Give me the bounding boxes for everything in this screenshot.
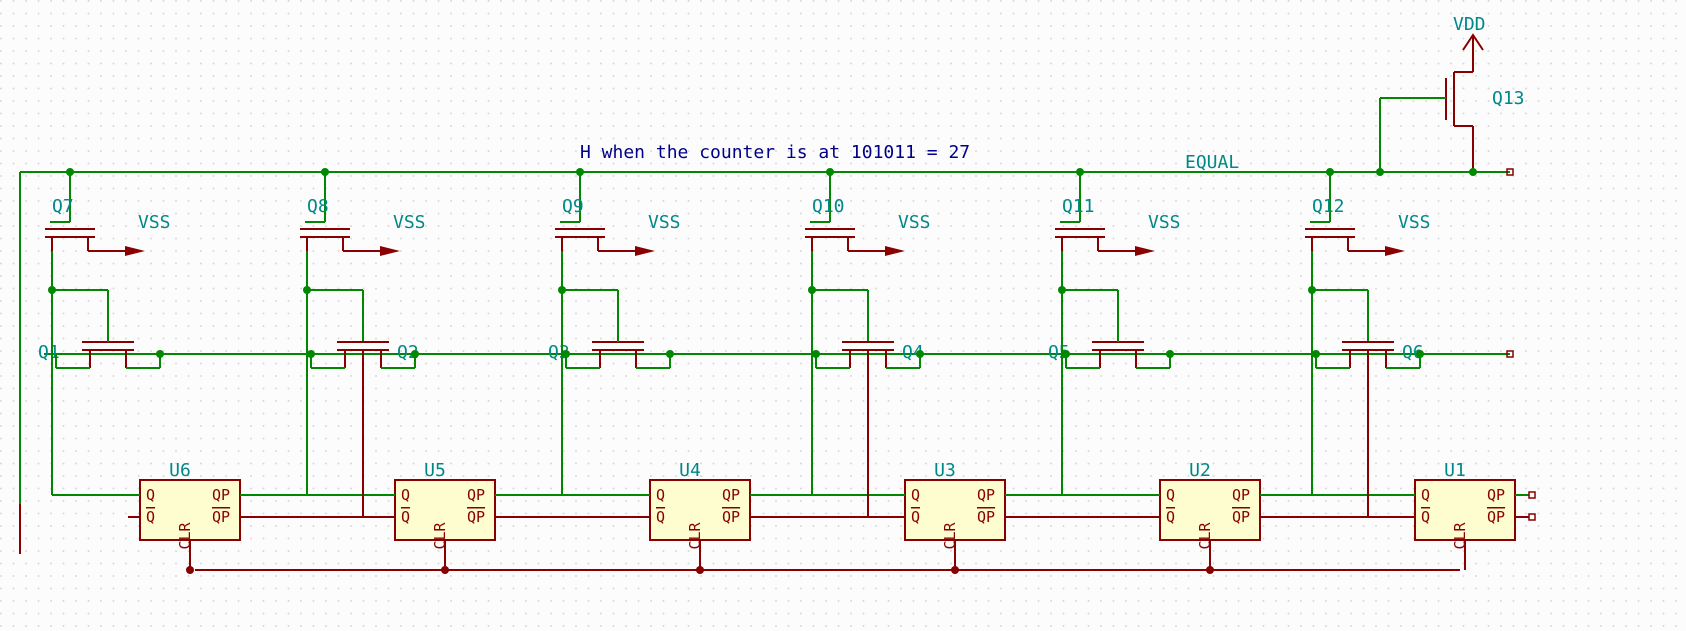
svg-text:QP: QP (467, 486, 485, 504)
svg-text:Q13: Q13 (1492, 88, 1525, 109)
svg-text:Q: Q (911, 508, 920, 526)
svg-text:QP: QP (977, 486, 995, 504)
svg-text:Q11: Q11 (1062, 196, 1095, 217)
svg-text:Q: Q (1421, 486, 1430, 504)
svg-text:CLR: CLR (941, 521, 959, 549)
svg-text:QP: QP (977, 508, 995, 526)
svg-text:Q: Q (401, 486, 410, 504)
svg-text:VSS: VSS (898, 212, 931, 233)
svg-text:QP: QP (1232, 508, 1250, 526)
svg-text:VSS: VSS (1148, 212, 1181, 233)
svg-text:U5: U5 (424, 460, 446, 481)
svg-text:U6: U6 (169, 460, 191, 481)
svg-text:QP: QP (1487, 486, 1505, 504)
svg-text:Q9: Q9 (562, 196, 584, 217)
svg-text:Q: Q (146, 508, 155, 526)
svg-text:Q: Q (1421, 508, 1430, 526)
svg-text:QP: QP (212, 508, 230, 526)
svg-text:Q: Q (1166, 508, 1175, 526)
svg-text:VSS: VSS (393, 212, 426, 233)
svg-text:Q7: Q7 (52, 196, 74, 217)
svg-text:VDD: VDD (1453, 14, 1486, 35)
svg-text:U1: U1 (1444, 460, 1466, 481)
svg-text:QP: QP (722, 486, 740, 504)
svg-text:Q: Q (656, 486, 665, 504)
svg-text:QP: QP (1232, 486, 1250, 504)
svg-text:QP: QP (722, 508, 740, 526)
svg-text:Q12: Q12 (1312, 196, 1345, 217)
svg-text:VSS: VSS (138, 212, 171, 233)
svg-text:QP: QP (212, 486, 230, 504)
schematic-canvas: H when the counter is at 101011 = 27 EQU… (0, 0, 1686, 631)
svg-text:CLR: CLR (686, 521, 704, 549)
svg-text:Q8: Q8 (307, 196, 329, 217)
svg-text:U4: U4 (679, 460, 701, 481)
svg-text:CLR: CLR (431, 521, 449, 549)
svg-text:VSS: VSS (648, 212, 681, 233)
svg-text:Q: Q (146, 486, 155, 504)
svg-text:QP: QP (467, 508, 485, 526)
svg-text:CLR: CLR (1451, 521, 1469, 549)
svg-text:Q: Q (401, 508, 410, 526)
svg-text:U2: U2 (1189, 460, 1211, 481)
annotation-text: H when the counter is at 101011 = 27 (580, 142, 970, 163)
svg-text:Q: Q (1166, 486, 1175, 504)
svg-text:QP: QP (1487, 508, 1505, 526)
svg-text:U3: U3 (934, 460, 956, 481)
svg-text:VSS: VSS (1398, 212, 1431, 233)
svg-text:CLR: CLR (176, 521, 194, 549)
svg-text:Q10: Q10 (812, 196, 845, 217)
equal-label: EQUAL (1185, 152, 1239, 173)
svg-text:CLR: CLR (1196, 521, 1214, 549)
svg-text:Q: Q (656, 508, 665, 526)
svg-text:Q: Q (911, 486, 920, 504)
